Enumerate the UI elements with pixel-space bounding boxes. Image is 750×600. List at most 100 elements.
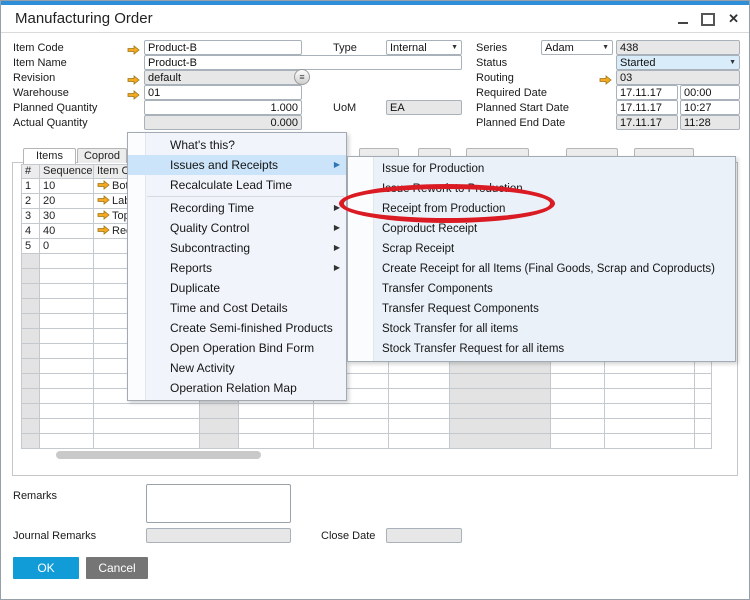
table-cell[interactable]: 0 — [40, 239, 94, 254]
planned-start-time-input[interactable]: 10:27 — [680, 100, 740, 115]
menu-item-recording-time[interactable]: Recording Time ▶ — [128, 198, 346, 218]
cancel-button[interactable]: Cancel — [86, 557, 148, 579]
table-cell[interactable] — [695, 434, 712, 449]
horizontal-scrollbar[interactable] — [56, 451, 261, 459]
table-cell[interactable] — [200, 404, 239, 419]
status-dropdown[interactable]: Started ▼ — [616, 55, 740, 70]
table-cell[interactable] — [94, 434, 200, 449]
table-cell[interactable] — [389, 419, 450, 434]
required-date-input[interactable]: 17.11.17 — [616, 85, 678, 100]
table-cell[interactable] — [22, 344, 40, 359]
table-cell[interactable] — [200, 419, 239, 434]
table-cell[interactable] — [551, 434, 605, 449]
table-cell[interactable] — [40, 344, 94, 359]
menu-item-what-s-this[interactable]: What's this? — [128, 135, 346, 155]
table-cell[interactable] — [551, 404, 605, 419]
menu-item-transfer-components[interactable]: Transfer Components — [348, 279, 735, 299]
table-cell[interactable] — [605, 419, 695, 434]
table-cell[interactable] — [605, 389, 695, 404]
table-cell[interactable] — [40, 359, 94, 374]
table-cell[interactable] — [551, 374, 605, 389]
table-cell[interactable] — [22, 434, 40, 449]
table-cell[interactable]: 30 — [40, 209, 94, 224]
ok-button[interactable]: OK — [13, 557, 79, 579]
table-cell[interactable] — [22, 329, 40, 344]
table-cell[interactable] — [22, 419, 40, 434]
table-cell[interactable]: 5 — [22, 239, 40, 254]
table-cell[interactable]: 40 — [40, 224, 94, 239]
table-cell[interactable]: 2 — [22, 194, 40, 209]
table-cell[interactable] — [314, 404, 389, 419]
table-cell[interactable] — [389, 434, 450, 449]
menu-item-issues-and-receipts[interactable]: Issues and Receipts ▶ — [128, 155, 346, 175]
table-cell[interactable] — [239, 404, 314, 419]
table-cell[interactable] — [239, 434, 314, 449]
table-cell[interactable] — [40, 404, 94, 419]
menu-item-quality-control[interactable]: Quality Control ▶ — [128, 218, 346, 238]
table-cell[interactable] — [450, 389, 551, 404]
table-cell[interactable] — [389, 389, 450, 404]
menu-item-subcontracting[interactable]: Subcontracting ▶ — [128, 238, 346, 258]
table-cell[interactable] — [40, 329, 94, 344]
table-cell[interactable] — [450, 374, 551, 389]
table-cell[interactable] — [450, 404, 551, 419]
revision-list-icon[interactable]: ≡ — [294, 69, 310, 85]
minimize-icon[interactable] — [678, 22, 689, 24]
table-cell[interactable] — [40, 254, 94, 269]
table-cell[interactable] — [40, 314, 94, 329]
table-cell[interactable] — [605, 404, 695, 419]
menu-item-coproduct-receipt[interactable]: Coproduct Receipt — [348, 219, 735, 239]
table-cell[interactable] — [22, 359, 40, 374]
remarks-textarea[interactable] — [146, 484, 291, 523]
revision-link-arrow-icon[interactable] — [127, 72, 140, 85]
item-name-input[interactable]: Product-B — [144, 55, 462, 70]
menu-item-create-semi-finished-products[interactable]: Create Semi-finished Products — [128, 318, 346, 338]
menu-item-transfer-request-components[interactable]: Transfer Request Components — [348, 299, 735, 319]
table-cell[interactable] — [314, 434, 389, 449]
menu-item-scrap-receipt[interactable]: Scrap Receipt — [348, 239, 735, 259]
type-dropdown[interactable]: Internal ▼ — [386, 40, 462, 55]
table-cell[interactable] — [40, 419, 94, 434]
chevron-down-icon[interactable]: ▼ — [729, 59, 736, 66]
menu-item-recalculate-lead-time[interactable]: Recalculate Lead Time — [128, 175, 346, 195]
planned-start-date-input[interactable]: 17.11.17 — [616, 100, 678, 115]
table-cell[interactable] — [22, 389, 40, 404]
table-cell[interactable] — [695, 374, 712, 389]
table-cell[interactable] — [22, 314, 40, 329]
table-cell[interactable] — [695, 419, 712, 434]
chevron-down-icon[interactable]: ▼ — [602, 44, 609, 51]
series-dropdown[interactable]: Adam ▼ — [541, 40, 613, 55]
tab-items[interactable]: Items — [23, 148, 76, 164]
menu-item-open-operation-bind-form[interactable]: Open Operation Bind Form — [128, 338, 346, 358]
titlebar[interactable]: Manufacturing Order ✕ — [1, 5, 749, 33]
table-cell[interactable] — [450, 419, 551, 434]
menu-item-create-receipt-for-all-items-final-goods-scrap-and-coproducts[interactable]: Create Receipt for all Items (Final Good… — [348, 259, 735, 279]
table-cell[interactable] — [389, 374, 450, 389]
required-time-input[interactable]: 00:00 — [680, 85, 740, 100]
menu-item-stock-transfer-for-all-items[interactable]: Stock Transfer for all items — [348, 319, 735, 339]
warehouse-link-arrow-icon[interactable] — [127, 87, 140, 100]
item-code-input[interactable]: Product-B — [144, 40, 302, 55]
table-cell[interactable] — [450, 434, 551, 449]
menu-item-stock-transfer-request-for-all-items[interactable]: Stock Transfer Request for all items — [348, 339, 735, 359]
routing-link-arrow-icon[interactable] — [599, 72, 612, 85]
menu-item-reports[interactable]: Reports ▶ — [128, 258, 346, 278]
menu-item-issue-for-production[interactable]: Issue for Production — [348, 159, 735, 179]
table-cell[interactable]: 20 — [40, 194, 94, 209]
item-code-link-arrow-icon[interactable] — [127, 42, 140, 55]
close-icon[interactable]: ✕ — [728, 11, 739, 27]
table-cell[interactable] — [22, 374, 40, 389]
menu-item-time-and-cost-details[interactable]: Time and Cost Details — [128, 298, 346, 318]
table-cell[interactable]: 4 — [22, 224, 40, 239]
table-cell[interactable]: 10 — [40, 179, 94, 194]
table-cell[interactable] — [200, 434, 239, 449]
table-cell[interactable] — [551, 389, 605, 404]
column-header[interactable]: # — [22, 165, 40, 179]
table-cell[interactable] — [605, 374, 695, 389]
table-cell[interactable] — [389, 404, 450, 419]
table-cell[interactable] — [314, 419, 389, 434]
table-cell[interactable] — [22, 299, 40, 314]
table-cell[interactable] — [22, 284, 40, 299]
menu-item-new-activity[interactable]: New Activity — [128, 358, 346, 378]
table-cell[interactable] — [40, 434, 94, 449]
